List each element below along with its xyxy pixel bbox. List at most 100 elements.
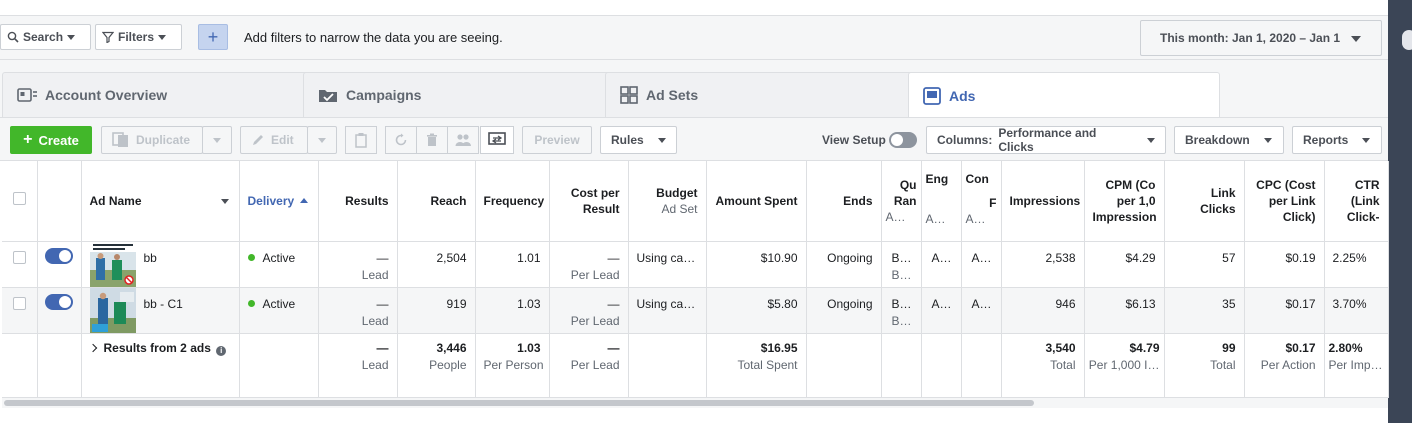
header-label: CPC (Cost per Link Click) xyxy=(1256,177,1316,224)
chevron-right-icon[interactable] xyxy=(88,343,97,352)
engagement-ranking-header[interactable]: Eng A… xyxy=(921,161,962,242)
clipboard-button[interactable] xyxy=(345,126,377,154)
audience-button[interactable] xyxy=(447,126,479,154)
cpc-cell: $0.17 xyxy=(1244,287,1325,334)
tab-campaigns[interactable]: Campaigns xyxy=(303,72,613,117)
ends-header[interactable]: Ends xyxy=(806,161,882,242)
status-dot-icon xyxy=(247,299,255,307)
totals-value: 2.80% xyxy=(1328,340,1363,355)
ends-cell: Ongoing xyxy=(806,241,882,288)
row-checkbox[interactable] xyxy=(12,250,26,264)
row-checkbox[interactable] xyxy=(12,296,26,310)
cpc-header[interactable]: CPC (Cost per Link Click) xyxy=(1244,161,1325,242)
reach-header[interactable]: Reach xyxy=(397,161,476,242)
info-icon[interactable]: i xyxy=(216,345,227,356)
horizontal-scrollbar-thumb[interactable] xyxy=(4,400,1034,406)
totals-cost-cell: — Per Lead xyxy=(549,333,629,398)
totals-value: $0.17 xyxy=(1285,340,1316,355)
ad-name-header[interactable]: Ad Name xyxy=(81,161,240,242)
ad-toggle[interactable] xyxy=(45,247,73,264)
reach-cell: 919 xyxy=(397,287,476,334)
refresh-button[interactable] xyxy=(385,126,417,154)
tab-account-overview[interactable]: Account Overview xyxy=(2,72,312,117)
view-setup-toggle[interactable] xyxy=(889,132,917,148)
ad-thumbnail-image xyxy=(89,287,136,332)
totals-value: 3,446 xyxy=(436,340,467,355)
totals-label-cell[interactable]: Results from 2 ads i xyxy=(81,333,240,398)
select-all-checkbox[interactable] xyxy=(12,192,26,206)
delivery-header[interactable]: Delivery xyxy=(239,161,319,242)
results-sublabel: Lead xyxy=(361,267,389,282)
search-icon xyxy=(7,31,19,43)
chevron-down-icon[interactable] xyxy=(220,198,229,204)
rail-handle[interactable] xyxy=(1402,30,1412,50)
budget-header[interactable]: Budget Ad Set xyxy=(628,161,707,242)
quality-sublabel: B… xyxy=(891,267,912,282)
search-button[interactable]: Search xyxy=(0,24,91,50)
cpc-value: $0.19 xyxy=(1285,250,1316,265)
link-clicks-cell: 57 xyxy=(1164,241,1245,288)
top-strip xyxy=(0,0,1388,16)
results-header[interactable]: Results xyxy=(318,161,398,242)
edit-dropdown[interactable] xyxy=(307,126,337,154)
quality-ranking-header[interactable]: Qu Ran A… xyxy=(881,161,922,242)
ad-name-cell[interactable]: bb xyxy=(81,241,240,288)
duplicate-dropdown[interactable] xyxy=(202,126,232,154)
rules-button[interactable]: Rules xyxy=(600,126,677,154)
filters-button[interactable]: Filters xyxy=(95,24,182,50)
row-checkbox-cell xyxy=(2,287,38,334)
campaigns-icon xyxy=(319,90,337,102)
ctr-header[interactable]: CTR (Link Click- xyxy=(1324,161,1389,242)
table-row[interactable]: bb Active — Lead 2,504 1.01 — Per Lead Usi… xyxy=(2,241,1389,288)
reach-value: 919 xyxy=(446,296,467,311)
header-sublabel: F xyxy=(989,196,997,210)
totals-sublabel: Per Person xyxy=(483,357,544,372)
edit-button[interactable]: Edit xyxy=(240,126,308,154)
header-label: Ends xyxy=(843,193,873,208)
ad-name[interactable]: bb xyxy=(144,251,157,265)
conversion-ranking-header[interactable]: Con F A… xyxy=(961,161,1002,242)
ads-table: Ad Name Delivery Results Reach Frequency… xyxy=(2,161,1389,398)
header-label: Cost per Result xyxy=(570,185,620,216)
table-row[interactable]: bb - C1 Active — Lead 919 1.03 — Per Lead … xyxy=(2,287,1389,334)
frequency-header[interactable]: Frequency xyxy=(475,161,550,242)
create-label: Create xyxy=(38,132,79,148)
delivery-cell: Active xyxy=(239,287,319,334)
add-filter-button[interactable]: + xyxy=(198,24,228,50)
ad-name-cell[interactable]: bb - C1 xyxy=(81,287,240,334)
quality-cell: B… B… xyxy=(881,287,922,334)
breakdown-button[interactable]: Breakdown xyxy=(1174,126,1284,154)
trash-icon xyxy=(427,133,437,146)
impressions-cell: 2,538 xyxy=(1001,241,1085,288)
totals-value: — xyxy=(376,340,389,355)
totals-row: Results from 2 ads i — Lead 3,446 People 1… xyxy=(2,333,1389,398)
header-sublabel: A… xyxy=(885,209,906,224)
amount-spent-header[interactable]: Amount Spent xyxy=(706,161,807,242)
cost-per-result-header[interactable]: Cost per Result xyxy=(549,161,629,242)
conversion-value: A… xyxy=(971,296,992,311)
tab-ads[interactable]: Ads xyxy=(908,72,1220,118)
preview-button[interactable]: Preview xyxy=(522,126,592,154)
totals-sublabel: Total xyxy=(1210,357,1236,372)
tab-ad-sets[interactable]: Ad Sets xyxy=(605,72,915,117)
cpm-header[interactable]: CPM (Co per 1,0 Impression xyxy=(1084,161,1165,242)
impressions-header[interactable]: Impressions xyxy=(1001,161,1085,242)
link-clicks-header[interactable]: Link Clicks xyxy=(1164,161,1245,242)
delete-button[interactable] xyxy=(416,126,448,154)
header-label: Link Clicks xyxy=(1200,185,1236,216)
status-dot-icon xyxy=(247,253,255,261)
ad-name[interactable]: bb - C1 xyxy=(144,297,183,311)
date-range-button[interactable]: This month: Jan 1, 2020 – Jan 1 xyxy=(1140,20,1382,56)
reports-button[interactable]: Reports xyxy=(1292,126,1382,154)
ad-toggle[interactable] xyxy=(45,293,73,310)
frequency-cell: 1.01 xyxy=(475,241,550,288)
create-button[interactable]: + Create xyxy=(10,126,92,154)
compare-button[interactable] xyxy=(480,126,514,154)
columns-button[interactable]: Columns: Performance and Clicks xyxy=(926,126,1166,154)
duplicate-button[interactable]: Duplicate xyxy=(101,126,203,154)
cpm-value: $6.13 xyxy=(1125,296,1156,311)
cost-sublabel: Per Lead xyxy=(570,267,620,282)
totals-empty-cell xyxy=(37,333,82,398)
filter-hint: Add filters to narrow the data you are s… xyxy=(244,30,503,45)
amount-spent-cell: $5.80 xyxy=(706,287,807,334)
